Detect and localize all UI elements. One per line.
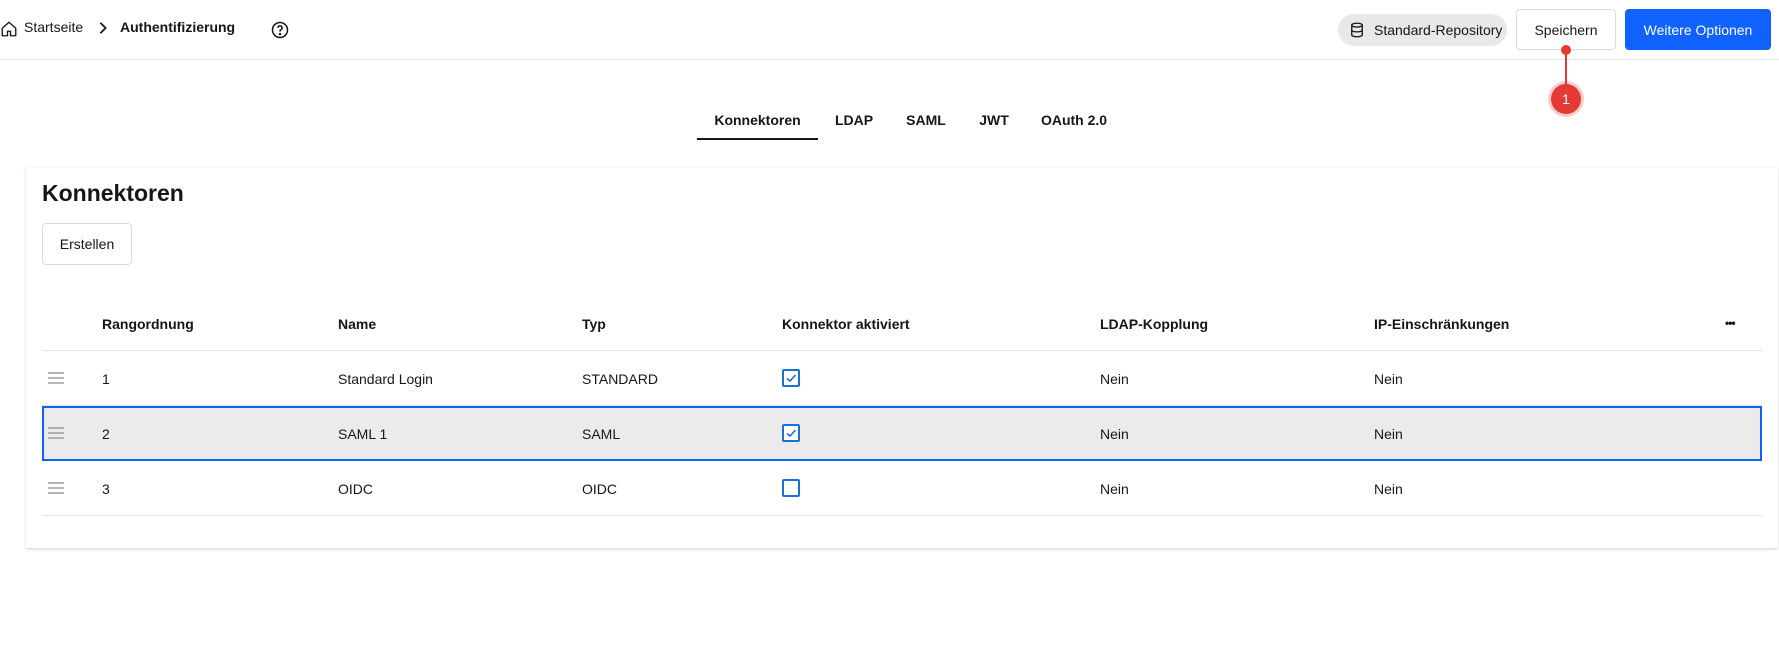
cell-ldap: Nein	[1100, 371, 1129, 387]
tab-saml[interactable]: SAML	[898, 100, 954, 140]
table-row-selected[interactable]: 2 SAML 1 SAML Nein Nein	[42, 406, 1762, 461]
cell-type: STANDARD	[582, 371, 658, 387]
active-checkbox-unchecked[interactable]	[782, 479, 800, 497]
tab-oauth[interactable]: OAuth 2.0	[1034, 100, 1114, 140]
cell-ip: Nein	[1374, 371, 1403, 387]
connectors-table: Rangordnung Name Typ Konnektor aktiviert…	[42, 296, 1762, 516]
tab-jwt[interactable]: JWT	[966, 100, 1022, 140]
top-bar: Startseite Authentifizierung Standard-Re…	[0, 0, 1779, 60]
cell-type: OIDC	[582, 481, 617, 497]
breadcrumb-home-link[interactable]: Startseite	[24, 19, 83, 35]
check-icon	[786, 374, 797, 383]
check-icon	[786, 429, 797, 438]
table-row[interactable]: 3 OIDC OIDC Nein Nein	[42, 461, 1762, 516]
create-button[interactable]: Erstellen	[42, 223, 132, 265]
tab-konnektoren[interactable]: Konnektoren	[697, 100, 818, 140]
connectors-panel: Konnektoren Erstellen Rangordnung Name T…	[26, 168, 1778, 548]
chevron-right-icon	[99, 22, 107, 34]
repository-label: Standard-Repository	[1374, 22, 1503, 38]
drag-handle-icon[interactable]	[46, 425, 66, 441]
column-menu-icon[interactable]: •••	[1725, 316, 1736, 330]
save-button[interactable]: Speichern	[1516, 9, 1616, 50]
column-header-ip[interactable]: IP-Einschränkungen	[1374, 316, 1509, 332]
cell-ip: Nein	[1374, 426, 1403, 442]
drag-handle-icon[interactable]	[46, 480, 66, 496]
annotation-marker-dot	[1561, 45, 1571, 55]
home-icon[interactable]	[0, 20, 18, 38]
cell-type: SAML	[582, 426, 621, 442]
tab-bar: Konnektoren LDAP SAML JWT OAuth 2.0	[0, 100, 1779, 140]
cell-ldap: Nein	[1100, 426, 1129, 442]
active-checkbox[interactable]	[782, 369, 800, 387]
breadcrumb-current: Authentifizierung	[120, 19, 236, 35]
cell-name: SAML 1	[338, 426, 388, 442]
cell-ip: Nein	[1374, 481, 1403, 497]
table-row[interactable]: 1 Standard Login STANDARD Nein Nein	[42, 351, 1762, 406]
cell-ldap: Nein	[1100, 481, 1129, 497]
cell-name: OIDC	[338, 481, 373, 497]
column-header-rank[interactable]: Rangordnung	[102, 316, 194, 332]
cell-rank: 3	[102, 481, 110, 497]
cell-rank: 1	[102, 371, 110, 387]
table-header: Rangordnung Name Typ Konnektor aktiviert…	[42, 296, 1762, 351]
more-options-button[interactable]: Weitere Optionen	[1625, 9, 1771, 50]
tab-ldap[interactable]: LDAP	[823, 100, 885, 140]
column-header-name[interactable]: Name	[338, 316, 376, 332]
repository-selector[interactable]: Standard-Repository	[1338, 14, 1507, 46]
help-icon[interactable]	[270, 20, 290, 40]
column-header-type[interactable]: Typ	[582, 316, 606, 332]
active-checkbox[interactable]	[782, 424, 800, 442]
database-icon	[1351, 22, 1363, 38]
column-header-ldap[interactable]: LDAP-Kopplung	[1100, 316, 1208, 332]
cell-name: Standard Login	[338, 371, 433, 387]
panel-title: Konnektoren	[42, 180, 184, 206]
drag-handle-icon[interactable]	[46, 370, 66, 386]
column-header-active[interactable]: Konnektor aktiviert	[782, 316, 910, 332]
cell-rank: 2	[102, 426, 110, 442]
